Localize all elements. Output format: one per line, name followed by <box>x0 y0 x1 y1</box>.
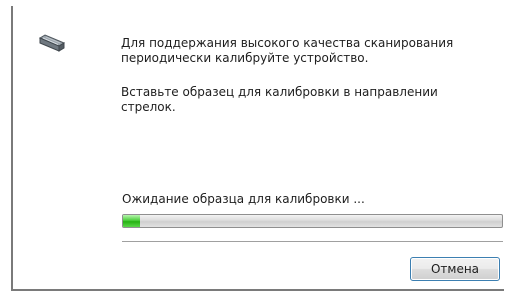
divider <box>122 241 503 242</box>
cancel-button[interactable]: Отмена <box>410 257 500 281</box>
calibration-dialog: Для поддержания высокого качества сканир… <box>11 6 504 291</box>
progress-bar-fill <box>123 215 141 227</box>
scanner-icon <box>38 34 66 52</box>
status-text: Ожидание образца для калибровки ... <box>122 192 365 206</box>
progress-bar <box>122 214 503 228</box>
insert-sample-instruction: Вставьте образец для калибровки в направ… <box>121 85 438 114</box>
calibration-advice-text: Для поддержания высокого качества сканир… <box>121 36 454 65</box>
